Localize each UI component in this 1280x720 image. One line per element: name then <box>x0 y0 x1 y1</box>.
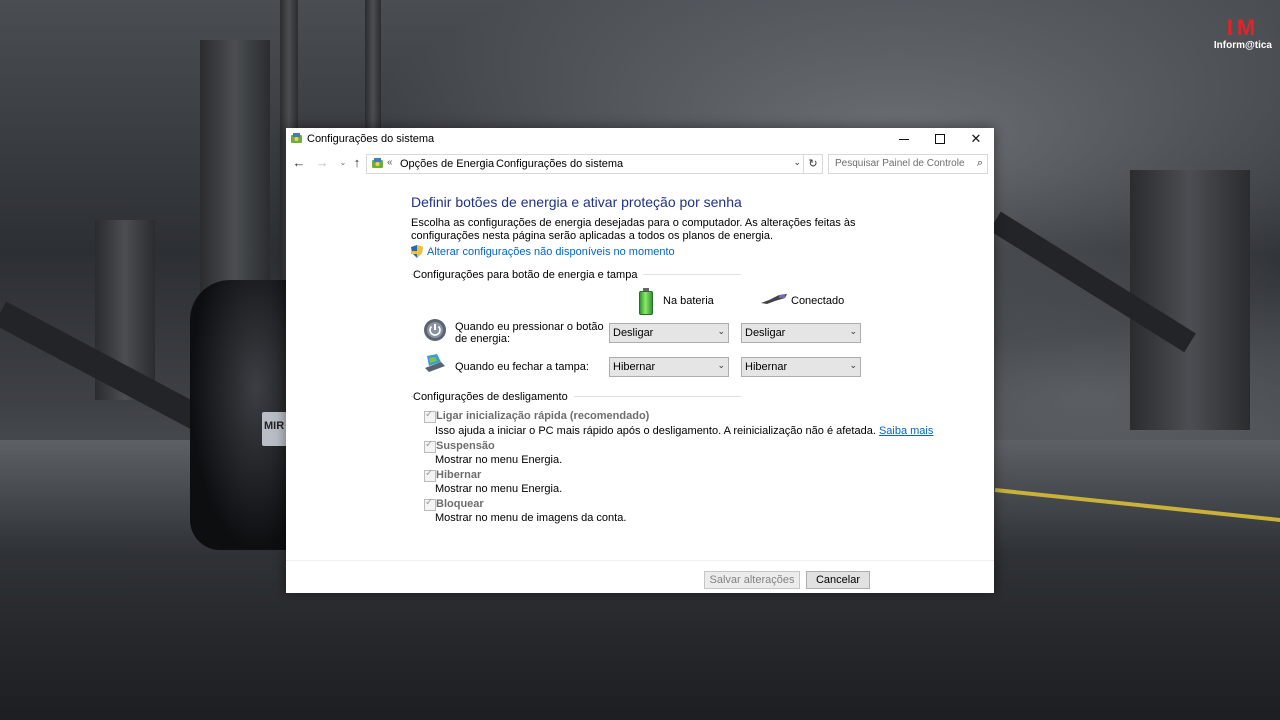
search-icon[interactable]: ⌕ <box>977 157 983 170</box>
window-title: Configurações do sistema <box>307 133 435 145</box>
address-dropdown-icon[interactable]: ⌄ <box>793 157 801 168</box>
wallpaper-tower <box>1130 170 1250 430</box>
control-panel-icon <box>372 158 383 168</box>
column-on-battery: Na bateria <box>663 295 714 307</box>
lock-checkbox[interactable] <box>424 497 436 511</box>
chevron-down-icon: ⌄ <box>849 360 857 370</box>
forward-arrow-icon[interactable]: → <box>315 156 329 170</box>
select-value: Desligar <box>613 327 654 339</box>
select-value: Hibernar <box>745 361 788 373</box>
navigation-bar: ← → ⌄ ↑ « Opções de Energia › Configuraç… <box>286 152 994 176</box>
close-button[interactable]: ✕ <box>958 128 994 150</box>
fast-startup-title: Ligar inicialização rápida (recomendado) <box>436 410 650 422</box>
shutdown-group-label: Configurações de desligamento <box>413 391 574 403</box>
search-input[interactable]: Pesquisar Painel de Controle ⌕ <box>828 154 988 174</box>
power-button-icon <box>424 319 446 341</box>
lid-close-label: Quando eu fechar a tampa: <box>455 361 589 373</box>
chevron-down-icon: ⌄ <box>849 326 857 336</box>
change-settings-link-text[interactable]: Alterar configurações não disponíveis no… <box>427 246 675 258</box>
select-value: Hibernar <box>613 361 656 373</box>
hibernate-desc: Mostrar no menu Energia. <box>435 483 563 495</box>
save-changes-button[interactable]: Salvar alterações <box>704 571 800 589</box>
search-placeholder: Pesquisar Painel de Controle <box>835 158 965 169</box>
breadcrumb-separator-icon[interactable]: › <box>482 157 485 168</box>
brand-logo: IM Inform@tica <box>1213 15 1272 52</box>
control-panel-window: Configurações do sistema ✕ ← → ⌄ ↑ « Opç… <box>286 128 994 593</box>
address-bar[interactable]: « Opções de Energia › Configurações do s… <box>366 154 804 174</box>
sleep-title: Suspensão <box>436 440 495 452</box>
sleep-checkbox[interactable] <box>424 439 436 453</box>
fast-startup-desc: Isso ajuda a iniciar o PC mais rápido ap… <box>435 425 933 437</box>
learn-more-link[interactable]: Saiba mais <box>879 425 933 437</box>
power-button-label: Quando eu pressionar o botão de energia: <box>455 321 604 345</box>
brand-logo-text: Inform@tica <box>1213 40 1272 51</box>
sleep-desc: Mostrar no menu Energia. <box>435 454 563 466</box>
lock-title: Bloquear <box>436 498 484 510</box>
up-arrow-icon[interactable]: ↑ <box>350 156 364 170</box>
brand-logo-mark: IM <box>1226 15 1260 40</box>
back-arrow-icon[interactable]: ← <box>292 156 306 170</box>
recent-locations-icon[interactable]: ⌄ <box>336 156 350 170</box>
lid-close-plugged-select[interactable]: Hibernar ⌄ <box>741 357 861 377</box>
battery-icon <box>639 288 653 315</box>
fast-startup-desc-text: Isso ajuda a iniciar o PC mais rápido ap… <box>435 425 876 437</box>
address-overflow-icon[interactable]: « <box>387 157 393 168</box>
fast-startup-checkbox[interactable] <box>424 409 436 423</box>
footer-bar: Salvar alterações Cancelar <box>286 560 994 593</box>
chevron-down-icon: ⌄ <box>717 326 725 336</box>
power-group-label: Configurações para botão de energia e ta… <box>413 269 644 281</box>
breadcrumb-system-settings[interactable]: Configurações do sistema <box>496 158 623 170</box>
minimize-button[interactable] <box>886 128 922 150</box>
control-panel-icon <box>291 133 302 143</box>
maximize-button[interactable] <box>922 128 958 150</box>
plug-icon <box>761 294 787 304</box>
uac-shield-icon <box>411 245 423 258</box>
power-button-battery-select[interactable]: Desligar ⌄ <box>609 323 729 343</box>
power-button-plugged-select[interactable]: Desligar ⌄ <box>741 323 861 343</box>
column-plugged-in: Conectado <box>791 295 845 307</box>
lid-close-battery-select[interactable]: Hibernar ⌄ <box>609 357 729 377</box>
hibernate-checkbox[interactable] <box>424 468 436 482</box>
breadcrumb-power-options[interactable]: Opções de Energia <box>400 158 494 170</box>
cancel-button[interactable]: Cancelar <box>806 571 870 589</box>
hibernate-title: Hibernar <box>436 469 482 481</box>
page-description: Escolha as configurações de energia dese… <box>411 217 856 242</box>
wallpaper-tower <box>365 0 381 130</box>
title-bar[interactable]: Configurações do sistema ✕ <box>286 128 994 150</box>
lock-desc: Mostrar no menu de imagens da conta. <box>435 512 627 524</box>
page-title: Definir botões de energia e ativar prote… <box>411 194 742 210</box>
select-value: Desligar <box>745 327 786 339</box>
laptop-lid-icon <box>425 354 445 372</box>
refresh-button[interactable]: ↻ <box>804 154 823 174</box>
chevron-down-icon: ⌄ <box>717 360 725 370</box>
